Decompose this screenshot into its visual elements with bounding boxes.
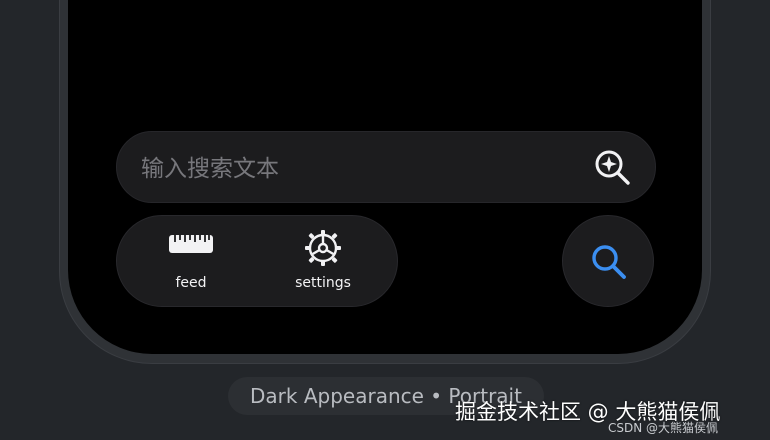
- watermark-sub: CSDN @大熊猫侯佩: [608, 421, 719, 435]
- search-icon: [592, 245, 626, 279]
- search-bar[interactable]: [116, 131, 656, 203]
- gear-icon: [305, 230, 341, 266]
- canvas: feed: [0, 0, 770, 440]
- search-input[interactable]: [139, 150, 573, 188]
- ruler-icon: [169, 235, 213, 253]
- phone-screen: feed: [68, 0, 702, 354]
- tab-feed-label: feed: [175, 275, 207, 291]
- magnify-plus-icon: [595, 150, 630, 185]
- tab-settings[interactable]: settings: [263, 216, 383, 306]
- tab-bar: feed settings: [116, 215, 398, 307]
- magnify-plus-button[interactable]: [593, 148, 633, 188]
- tab-settings-label: settings: [295, 275, 351, 291]
- search-button[interactable]: [562, 215, 654, 307]
- tab-feed[interactable]: feed: [131, 216, 251, 306]
